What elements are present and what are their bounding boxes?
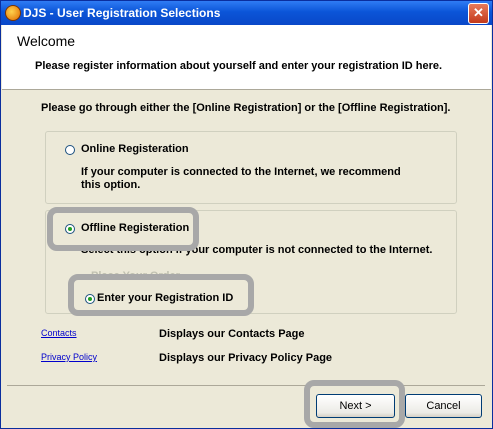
header-panel: Welcome Please register information abou… bbox=[2, 25, 491, 90]
title-bar[interactable]: DJS - User Registration Selections ✕ bbox=[1, 1, 492, 25]
online-description: If your computer is connected to the Int… bbox=[81, 166, 401, 191]
contacts-link[interactable]: Contacts bbox=[41, 328, 77, 338]
cancel-button[interactable]: Cancel bbox=[405, 394, 482, 418]
privacy-policy-description: Displays our Privacy Policy Page bbox=[159, 352, 333, 364]
privacy-policy-link[interactable]: Privacy Policy bbox=[41, 352, 97, 362]
window-title: DJS - User Registration Selections bbox=[23, 6, 221, 20]
online-option-group: Online Registeration If your computer is… bbox=[45, 131, 457, 204]
online-label[interactable]: Online Registeration bbox=[81, 143, 189, 155]
instruction-text: Please go through either the [Online Reg… bbox=[41, 102, 451, 114]
dialog-window: DJS - User Registration Selections ✕ Wel… bbox=[0, 0, 493, 429]
highlight-registration-id bbox=[68, 274, 254, 316]
footer-divider bbox=[7, 385, 485, 386]
online-radio[interactable] bbox=[65, 145, 75, 155]
highlight-next bbox=[304, 380, 405, 428]
close-button[interactable]: ✕ bbox=[468, 3, 489, 24]
page-title: Welcome bbox=[17, 33, 76, 49]
highlight-offline bbox=[47, 207, 199, 251]
intro-text: Please register information about yourse… bbox=[35, 60, 443, 72]
contacts-description: Displays our Contacts Page bbox=[159, 328, 305, 340]
app-icon bbox=[5, 5, 21, 21]
